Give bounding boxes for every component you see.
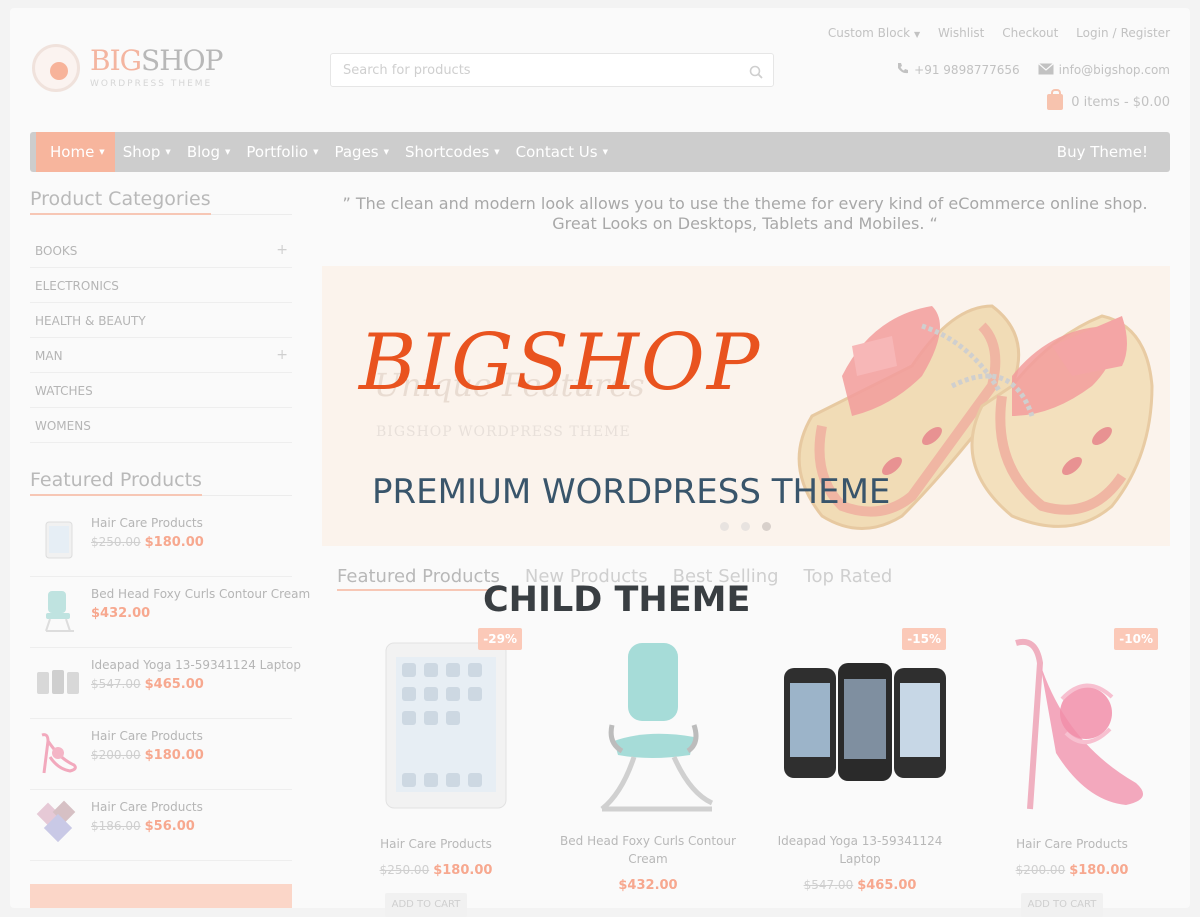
product-card[interactable]: -29% Hair Care Products $250.00 $180.00 A…: [330, 623, 542, 917]
featured-item[interactable]: Bed Head Foxy Curls Contour Cream $432.0…: [30, 577, 310, 648]
link-separator: /: [1112, 26, 1117, 40]
overlay-title: BIGSHOP: [359, 318, 762, 408]
contact-info: +91 9898777656 info@bigshop.com: [896, 62, 1170, 78]
caret-down-icon: ▼: [165, 148, 171, 156]
search-input[interactable]: [341, 62, 735, 79]
cart-summary[interactable]: 0 items - $0.00: [1047, 89, 1170, 110]
chair-image[interactable]: [562, 633, 734, 813]
nav-item-contact[interactable]: Contact Us ▼: [508, 132, 616, 172]
featured-item[interactable]: Hair Care Products $200.00 $180.00: [30, 719, 292, 790]
plus-icon[interactable]: +: [276, 347, 288, 363]
category-item[interactable]: BOOKS +: [30, 233, 292, 268]
phone-icon: [896, 62, 909, 78]
wishlist-link[interactable]: Wishlist: [938, 26, 984, 40]
category-item[interactable]: ELECTRONICS: [30, 268, 292, 303]
caret-down-icon: ▼: [313, 148, 319, 156]
product-name[interactable]: Hair Care Products: [976, 835, 1168, 853]
logo-text: BIGSHOP: [90, 44, 223, 77]
featured-item[interactable]: Hair Care Products $250.00 $180.00: [30, 506, 292, 577]
product-card[interactable]: -15% Ideapad Yoga 13-59341124 Laptop $54…: [754, 623, 966, 913]
tab-top-rated[interactable]: Top Rated: [804, 566, 893, 591]
nav-item-shortcodes[interactable]: Shortcodes ▼: [397, 132, 508, 172]
main-nav: Home ▼ Shop ▼ Blog ▼ Portfolio ▼ Pages ▼ Shor…: [30, 132, 1170, 172]
caret-down-icon: ▼: [383, 148, 390, 156]
chair-thumbnail-icon[interactable]: [34, 587, 82, 635]
nav-item-home[interactable]: Home ▼: [36, 132, 115, 172]
category-item[interactable]: HEALTH & BEAUTY: [30, 303, 292, 338]
child-theme-label: CHILD THEME: [483, 580, 751, 620]
high-heel-image[interactable]: [986, 633, 1158, 813]
slider-dot[interactable]: [741, 522, 750, 531]
overlay-subtitle: PREMIUM WORDPRESS THEME: [372, 472, 891, 512]
email-address[interactable]: info@bigshop.com: [1059, 63, 1170, 77]
product-card[interactable]: -10% Hair Care Products $200.00 $180.00 A…: [966, 623, 1178, 917]
logo-tagline: WORDPRESS THEME: [90, 79, 213, 89]
sidebar-banner: [30, 884, 292, 908]
intro-quote: ” The clean and modern look allows you t…: [342, 194, 1148, 233]
tablet-image[interactable]: [350, 633, 522, 813]
cart-total: 0 items - $0.00: [1071, 94, 1170, 110]
phones-thumbnail-icon[interactable]: [34, 658, 82, 706]
login-link[interactable]: Login: [1076, 26, 1108, 40]
page: BIGSHOP WORDPRESS THEME Custom Block ▼ W…: [10, 8, 1190, 917]
featured-item[interactable]: Hair Care Products $186.00 $56.00: [30, 790, 292, 861]
search-box: [330, 53, 774, 87]
email-icon: [1037, 62, 1054, 78]
nav-item-portfolio[interactable]: Portfolio ▼: [238, 132, 326, 172]
discount-badge: -10%: [1114, 628, 1158, 650]
logo-mark: [32, 44, 80, 92]
product-name[interactable]: Hair Care Products: [340, 835, 532, 853]
product-card[interactable]: Bed Head Foxy Curls Contour Cream $432.0…: [542, 623, 754, 913]
nav-item-pages[interactable]: Pages ▼: [326, 132, 397, 172]
tablet-thumbnail-icon[interactable]: [34, 516, 82, 564]
caret-down-icon: ▼: [224, 148, 231, 156]
caret-down-icon: ▼: [494, 148, 500, 156]
shopping-bag-icon: [1047, 89, 1064, 110]
category-item[interactable]: MAN +: [30, 338, 292, 373]
cosmetics-thumbnail-icon[interactable]: [34, 800, 82, 848]
tab-featured-products[interactable]: Featured Products: [337, 566, 500, 591]
featured-title: Featured Products: [30, 469, 292, 496]
top-links: Custom Block ▼ Wishlist Checkout Login / R…: [814, 26, 1170, 40]
checkout-link[interactable]: Checkout: [1002, 26, 1058, 40]
caret-down-icon: ▼: [602, 148, 608, 156]
slider-dots: [720, 522, 771, 531]
category-list: BOOKS + ELECTRONICS HEALTH & BEAUTY MAN + …: [30, 233, 292, 443]
featured-item[interactable]: Ideapad Yoga 13-59341124 Laptop $547.00 $…: [30, 648, 301, 719]
slide-subheading: BIGSHOP WORDPRESS THEME: [376, 424, 631, 440]
discount-badge: -29%: [478, 628, 522, 650]
discount-badge: -15%: [902, 628, 946, 650]
nav-item-shop[interactable]: Shop ▼: [115, 132, 179, 172]
search-icon[interactable]: [749, 64, 763, 83]
shoe-thumbnail-icon[interactable]: [34, 729, 82, 777]
register-link[interactable]: Register: [1121, 26, 1170, 40]
category-item[interactable]: WATCHES: [30, 373, 292, 408]
product-name[interactable]: Bed Head Foxy Curls Contour Cream: [552, 832, 744, 868]
caret-down-icon: ▼: [913, 30, 921, 39]
buy-theme-link[interactable]: Buy Theme!: [1057, 132, 1148, 172]
category-item[interactable]: WOMENS: [30, 408, 292, 443]
slider-dot-active[interactable]: [762, 522, 771, 531]
sidebar: Product Categories BOOKS + ELECTRONICS HE…: [30, 188, 310, 861]
custom-block-link[interactable]: Custom Block ▼: [828, 26, 920, 40]
featured-list: Hair Care Products $250.00 $180.00 Bed He…: [30, 506, 310, 861]
hero-slider[interactable]: Unique Features BIGSHOP WORDPRESS THEME …: [322, 266, 1170, 546]
nav-item-blog[interactable]: Blog ▼: [179, 132, 239, 172]
plus-icon[interactable]: +: [276, 242, 288, 258]
slider-dot[interactable]: [720, 522, 729, 531]
caret-down-icon: ▼: [99, 148, 105, 156]
categories-title: Product Categories: [30, 188, 292, 215]
phone-number: +91 9898777656: [914, 63, 1020, 77]
site-logo[interactable]: BIGSHOP WORDPRESS THEME: [32, 44, 232, 104]
phones-image[interactable]: [774, 633, 946, 813]
add-to-cart-button[interactable]: ADD TO CART: [385, 893, 467, 917]
product-name[interactable]: Ideapad Yoga 13-59341124 Laptop: [764, 832, 956, 868]
add-to-cart-button[interactable]: ADD TO CART: [1021, 893, 1103, 917]
